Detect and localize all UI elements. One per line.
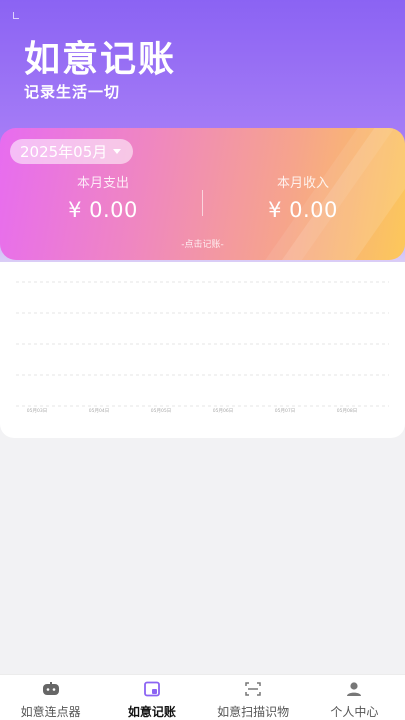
x-tick-label: 05月08日 [337,408,357,414]
tab-label: 如意记账 [127,705,176,719]
gamepad-icon [42,681,60,697]
x-tick-label: 05月06日 [213,408,233,414]
x-tick-label: 05月03日 [27,408,47,414]
tab-scan-recognize[interactable]: 如意扫描识物 [203,675,304,720]
x-tick-label: 05月05日 [151,408,171,414]
expense-value: ¥ 0.00 [68,198,138,222]
tab-label: 如意扫描识物 [217,705,290,719]
caret-down-icon [113,149,122,154]
month-selector[interactable]: 2025年05月 [10,139,134,164]
bottom-tab-bar: 如意连点器 如意记账 如意扫描识物 个人中心 [0,674,405,720]
status-corner-icon [13,12,19,19]
income-summary: 本月收入 ¥ 0.00 [203,172,403,222]
x-tick-label: 05月07日 [275,408,295,414]
ledger-icon [143,681,161,697]
tab-profile[interactable]: 个人中心 [304,675,405,720]
month-selector-label: 2025年05月 [20,143,108,161]
trend-chart-card: 05月03日 05月04日 05月05日 05月06日 05月07日 05月08日 [0,262,405,438]
page-subtitle: 记录生活一切 [24,83,121,101]
scan-icon [244,681,262,697]
page-title: 如意记账 [24,39,177,80]
trend-chart: 05月03日 05月04日 05月05日 05月06日 05月07日 05月08日 [16,281,389,414]
tab-bookkeeping[interactable]: 如意记账 [101,675,202,720]
monthly-summary-card[interactable]: 2025年05月 本月支出 ¥ 0.00 本月收入 ¥ 0.00 -点击记账- [0,128,405,260]
income-label: 本月收入 [276,176,329,191]
x-tick-label: 05月04日 [89,408,109,414]
expense-label: 本月支出 [76,176,129,191]
add-record-hint[interactable]: -点击记账- [0,237,405,250]
income-value: ¥ 0.00 [268,198,338,222]
tab-label: 个人中心 [330,705,379,719]
tab-label: 如意连点器 [20,705,81,719]
expense-summary: 本月支出 ¥ 0.00 [3,172,203,222]
tab-auto-clicker[interactable]: 如意连点器 [0,675,101,720]
user-icon [345,681,363,697]
